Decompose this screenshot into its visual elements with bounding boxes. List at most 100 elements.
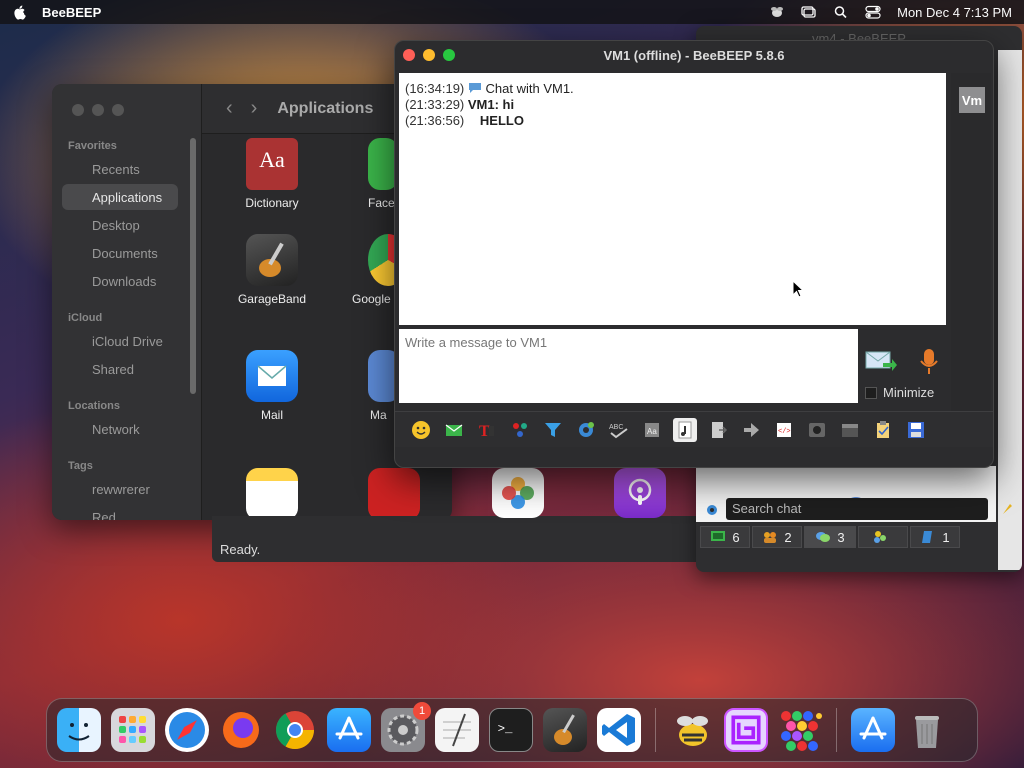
minimize-checkbox-box[interactable]: [865, 386, 877, 399]
sidebar-scrollbar[interactable]: [190, 138, 196, 394]
dock-vscode-icon[interactable]: [597, 708, 641, 752]
minimize-checkbox[interactable]: Minimize: [865, 385, 934, 400]
microphone-icon: [920, 349, 938, 374]
notes-button[interactable]: [871, 418, 895, 442]
dock-downloads-icon[interactable]: [851, 708, 895, 752]
sidebar-item-desktop[interactable]: Desktop: [92, 218, 140, 233]
send-file-button[interactable]: [706, 418, 730, 442]
message-input[interactable]: Write a message to VM1: [399, 329, 858, 403]
app-notes[interactable]: [232, 468, 312, 520]
dock-launchpad-icon[interactable]: [111, 708, 155, 752]
forward-chevron-icon[interactable]: ›: [251, 97, 258, 120]
chat-traffic-lights: [403, 49, 455, 61]
dock-finder-icon[interactable]: [57, 708, 101, 752]
dock-bubbles-icon[interactable]: [778, 708, 822, 752]
chat-close-button[interactable]: [403, 49, 415, 61]
search-icon[interactable]: [833, 5, 849, 19]
chat-titlebar: VM1 (offline) - BeeBEEP 5.8.6: [395, 41, 993, 69]
sidebar-item-applications[interactable]: Applications: [92, 190, 162, 205]
sidebar-tag-rewwrerer[interactable]: rewwrerer: [92, 482, 150, 497]
tab-groups[interactable]: 2: [752, 526, 802, 548]
chat-message: (16:34:19) Chat with VM1.: [405, 81, 574, 96]
sidebar-item-shared[interactable]: Shared: [92, 362, 134, 377]
plugin-gear-icon[interactable]: [704, 502, 720, 521]
back-chevron-icon[interactable]: ‹: [226, 97, 233, 120]
chat-toolbar: T ABC Aa </>: [395, 411, 993, 447]
dock-chrome-icon[interactable]: [273, 708, 317, 752]
filter-button[interactable]: [541, 418, 565, 442]
spellcheck-button[interactable]: ABC: [607, 418, 631, 442]
html-button[interactable]: </>: [772, 418, 796, 442]
sidebar-section-locations: Locations: [68, 400, 120, 412]
main-window-side-panel: [998, 50, 1022, 570]
podcasts-icon[interactable]: [614, 468, 666, 518]
menu-clock[interactable]: Mon Dec 4 7:13 PM: [897, 5, 1012, 20]
dock-firefox-icon[interactable]: [219, 708, 263, 752]
svg-text:T: T: [479, 423, 490, 440]
dock: 1 >_: [46, 698, 978, 762]
app-photo-booth[interactable]: [358, 468, 438, 520]
dock-terminal-icon[interactable]: >_: [489, 708, 533, 752]
spellcheck-icon: ABC: [609, 424, 628, 438]
avatar[interactable]: Vm: [959, 87, 985, 113]
share-file-button[interactable]: [739, 418, 763, 442]
history-button[interactable]: [838, 418, 862, 442]
sidebar-item-downloads[interactable]: Downloads: [92, 274, 156, 289]
dock-beebeep-icon[interactable]: [670, 708, 714, 752]
app-dictionary[interactable]: Aa Dictionary: [232, 138, 312, 210]
color-button[interactable]: [508, 418, 532, 442]
dock-garageband-icon[interactable]: [543, 708, 587, 752]
save-icon: [908, 421, 924, 438]
photos-icon[interactable]: [492, 468, 544, 518]
finder-minimize-button[interactable]: [92, 104, 104, 116]
svg-text:Aa: Aa: [647, 427, 657, 436]
sidebar-item-documents[interactable]: Documents: [92, 246, 158, 261]
dock-textedit-icon[interactable]: [435, 708, 479, 752]
font-button[interactable]: T: [475, 418, 499, 442]
dictionary-button[interactable]: Aa: [640, 418, 664, 442]
send-message-button[interactable]: [865, 347, 897, 375]
clipboard-icon: [877, 420, 889, 438]
tab-chats[interactable]: 3: [804, 526, 856, 548]
apple-icon[interactable]: [12, 4, 28, 20]
dock-puzzle-icon[interactable]: [724, 708, 768, 752]
chat-minimize-button[interactable]: [423, 49, 435, 61]
dock-app-store-icon[interactable]: [327, 708, 371, 752]
window-icon[interactable]: [801, 5, 817, 19]
mouse-cursor-icon: [792, 280, 804, 298]
app-garageband[interactable]: GarageBand: [232, 234, 312, 306]
clear-search-icon[interactable]: [1000, 502, 1014, 519]
camera-icon: [809, 422, 825, 437]
group-icon: [764, 532, 777, 543]
app-mail[interactable]: Mail: [232, 350, 312, 422]
new-file-button[interactable]: [673, 417, 697, 442]
settings-button[interactable]: [574, 418, 598, 442]
send-email-button[interactable]: [442, 418, 466, 442]
beebeep-menu-icon[interactable]: [769, 5, 785, 19]
chat-log[interactable]: (16:34:19) Chat with VM1. (21:33:29) VM1…: [399, 73, 946, 325]
sidebar-item-network[interactable]: Network: [92, 422, 140, 437]
menu-app-name[interactable]: BeeBEEP: [42, 5, 101, 20]
screenshot-button[interactable]: [805, 418, 829, 442]
tab-users[interactable]: 6: [700, 526, 750, 548]
finder-close-button[interactable]: [72, 104, 84, 116]
chat-window: VM1 (offline) - BeeBEEP 5.8.6 (16:34:19)…: [394, 40, 994, 468]
sidebar-section-tags: Tags: [68, 460, 93, 472]
emoticons-button[interactable]: [409, 418, 433, 442]
control-center-icon[interactable]: [865, 5, 881, 19]
save-button[interactable]: [904, 418, 928, 442]
voice-message-button[interactable]: [917, 347, 941, 377]
tab-people[interactable]: [858, 526, 908, 548]
sidebar-tag-red[interactable]: Red: [92, 510, 116, 520]
sidebar-item-recents[interactable]: Recents: [92, 162, 140, 177]
chat-zoom-button[interactable]: [443, 49, 455, 61]
search-chat-input[interactable]: Search chat: [726, 498, 988, 520]
dock-system-settings-icon[interactable]: 1: [381, 702, 431, 752]
chat-message: (21:33:29) VM1: hi: [405, 97, 515, 112]
finder-zoom-button[interactable]: [112, 104, 124, 116]
dock-trash-icon[interactable]: [905, 708, 949, 752]
tab-files[interactable]: 1: [910, 526, 960, 548]
sidebar-item-icloud-drive[interactable]: iCloud Drive: [92, 334, 163, 349]
photo-booth-icon: [368, 468, 420, 520]
dock-safari-icon[interactable]: [165, 708, 209, 752]
